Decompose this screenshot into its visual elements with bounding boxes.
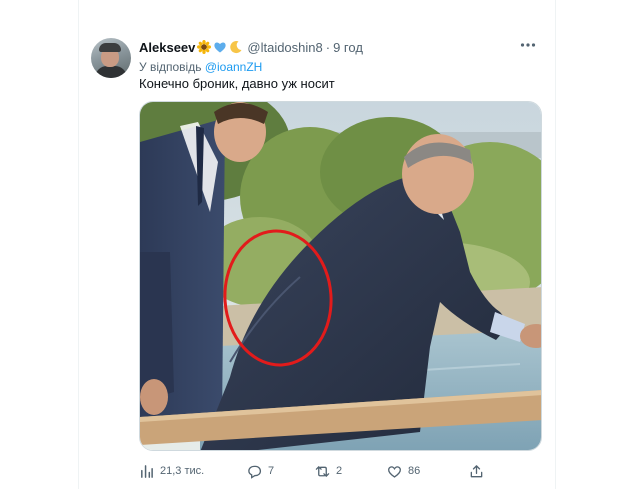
author-handle[interactable]: @ltaidoshin8	[247, 40, 322, 55]
tweet[interactable]: Alekseev @ltaidoshin8 · 9 год У відповідь @…	[79, 0, 555, 489]
separator-dot: ·	[325, 40, 331, 55]
replies-count: 7	[268, 465, 275, 477]
avatar[interactable]	[91, 38, 131, 78]
reply-button[interactable]: 7	[247, 462, 274, 480]
retweets-count: 2	[336, 465, 343, 477]
reply-context: У відповідь @ioannZH	[139, 60, 262, 74]
reply-mention-link[interactable]: @ioannZH	[205, 60, 263, 74]
blue-heart-emoji	[213, 40, 227, 58]
reply-prefix: У відповідь	[139, 60, 202, 74]
tweet-header: Alekseev @ltaidoshin8 · 9 год	[139, 40, 539, 56]
crescent-moon-emoji	[229, 40, 243, 58]
share-icon	[470, 464, 483, 477]
heart-icon	[388, 465, 401, 478]
bar-chart-icon	[141, 464, 153, 478]
photo-illustration	[140, 102, 541, 450]
share-button[interactable]	[469, 462, 484, 480]
timeline-right-border	[555, 0, 556, 489]
tweet-time[interactable]: 9 год	[333, 40, 363, 55]
like-button[interactable]: 86	[387, 462, 420, 480]
reply-bubble-icon	[248, 465, 262, 479]
author-name[interactable]: Alekseev	[139, 40, 195, 55]
views-button[interactable]: 21,3 тис.	[139, 462, 204, 480]
retweet-button[interactable]: 2	[315, 462, 342, 480]
views-count: 21,3 тис.	[160, 465, 205, 477]
tweet-text: Конечно броник, давно уж носит	[139, 76, 335, 91]
tweet-photo[interactable]	[139, 101, 542, 451]
more-horizontal-icon[interactable]	[517, 36, 539, 58]
retweet-icon	[315, 465, 330, 477]
sunflower-emoji	[197, 40, 212, 58]
likes-count: 86	[408, 465, 421, 477]
tweet-actions: 21,3 тис. 7 2 86	[139, 462, 539, 480]
